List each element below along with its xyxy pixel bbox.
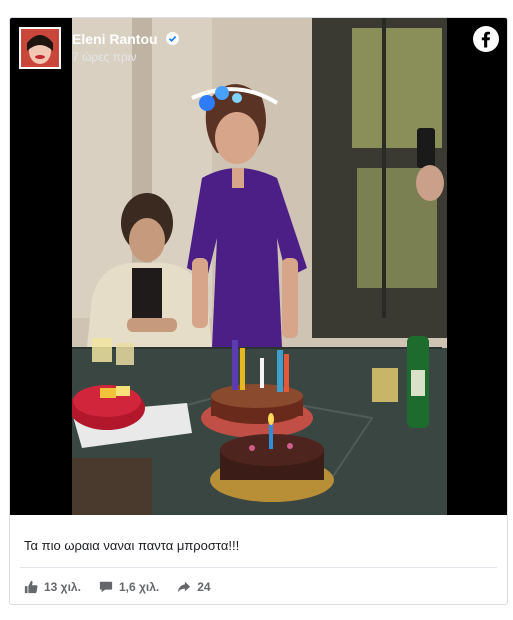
- comment-count-button[interactable]: 1,6 χιλ.: [99, 580, 159, 594]
- author-name[interactable]: Eleni Rantou: [72, 31, 158, 47]
- share-count: 24: [197, 580, 211, 594]
- reaction-bar: 13 χιλ. 1,6 χιλ. 24: [24, 578, 229, 596]
- author-avatar[interactable]: [19, 27, 61, 69]
- author-block: Eleni Rantou 7 ώρες πριν: [72, 30, 180, 64]
- divider: [20, 567, 497, 568]
- verified-badge-icon: [166, 32, 180, 46]
- share-count-button[interactable]: 24: [177, 580, 211, 594]
- like-count-button[interactable]: 13 χιλ.: [24, 580, 81, 594]
- post-caption: Τα πιο ωραια ναναι παντα μπροστα!!!: [24, 538, 240, 553]
- comment-count: 1,6 χιλ.: [118, 580, 160, 594]
- comment-bubble-icon: [99, 581, 113, 593]
- post-timestamp[interactable]: 7 ώρες πριν: [72, 50, 179, 64]
- post-photo[interactable]: [72, 18, 447, 515]
- thumbs-up-icon: [24, 580, 38, 594]
- post-card: Eleni Rantou 7 ώρες πριν Τα πιο ωραια να…: [9, 17, 508, 605]
- share-arrow-icon: [178, 581, 191, 593]
- post-media[interactable]: Eleni Rantou 7 ώρες πριν: [10, 18, 507, 515]
- like-count: 13 χιλ.: [44, 580, 81, 594]
- facebook-logo-icon[interactable]: [473, 26, 499, 52]
